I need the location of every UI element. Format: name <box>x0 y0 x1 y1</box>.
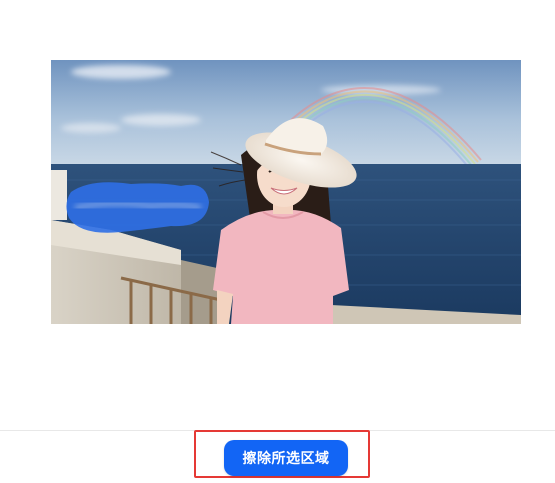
photo-image <box>51 60 521 324</box>
erase-selection-button[interactable]: 擦除所选区域 <box>224 440 348 476</box>
photo-canvas[interactable] <box>51 60 521 324</box>
